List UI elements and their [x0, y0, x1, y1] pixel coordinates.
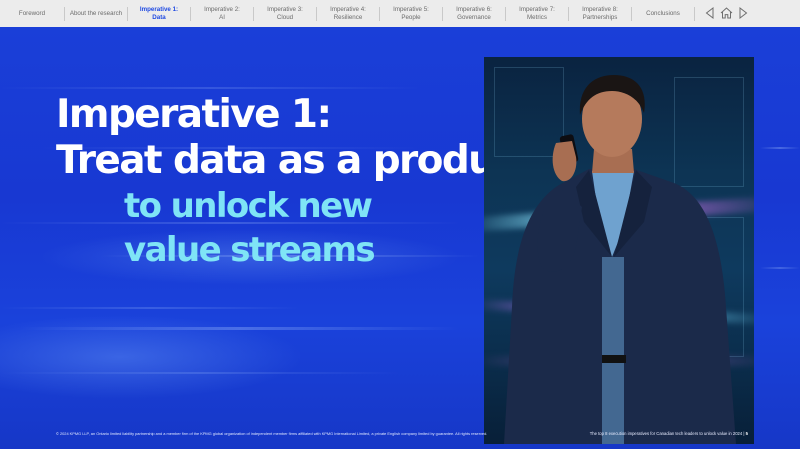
- footer-separator: |: [743, 431, 745, 436]
- nav-item-label: Imperative 3:: [267, 6, 303, 13]
- triangle-right-icon[interactable]: [739, 7, 748, 19]
- nav-item-label: About the research: [69, 9, 123, 17]
- nav-item-imperative-5[interactable]: Imperative 5: People: [380, 0, 442, 27]
- nav-item-label: Imperative 4:: [330, 6, 366, 13]
- nav-item-imperative-2[interactable]: Imperative 2: AI: [191, 0, 253, 27]
- triangle-left-icon[interactable]: [705, 7, 714, 19]
- nav-item-sublabel: Metrics: [527, 13, 547, 21]
- light-streak: [0, 372, 400, 374]
- nav-item-imperative-1[interactable]: Imperative 1: Data: [128, 0, 190, 27]
- nav-item-imperative-6[interactable]: Imperative 6: Governance: [443, 0, 505, 27]
- nav-item-imperative-7[interactable]: Imperative 7: Metrics: [506, 0, 568, 27]
- nav-item-imperative-3[interactable]: Imperative 3: Cloud: [254, 0, 316, 27]
- hero-photo: [484, 57, 754, 444]
- nav-item-sublabel: Data: [152, 13, 166, 21]
- light-streak: [0, 307, 300, 309]
- light-streak: [0, 87, 420, 89]
- light-streak: [760, 147, 800, 149]
- nav-item-foreword[interactable]: Foreword: [0, 0, 64, 27]
- nav-item-imperative-4[interactable]: Imperative 4: Resilience: [317, 0, 379, 27]
- nav-item-label: Imperative 8:: [582, 6, 618, 13]
- nav-item-sublabel: People: [401, 13, 421, 21]
- nav-item-label: Imperative 6:: [456, 6, 492, 13]
- headline-line-3: to unlock new: [124, 186, 373, 226]
- nav-item-label: Foreword: [18, 9, 46, 17]
- nav-item-label: Imperative 7:: [519, 6, 555, 13]
- nav-divider: [694, 6, 695, 21]
- top-navigation: Foreword About the research Imperative 1…: [0, 0, 800, 27]
- nav-item-sublabel: Resilience: [333, 13, 363, 21]
- nav-item-sublabel: AI: [219, 13, 225, 21]
- footer-copyright: © 2024 KPMG LLP, an Ontario limited liab…: [56, 431, 488, 436]
- nav-item-label: Imperative 1:: [139, 6, 179, 13]
- nav-controls: [705, 7, 748, 19]
- footer-document-info: The top 8 execution imperatives for Cana…: [590, 431, 748, 436]
- light-streak: [760, 267, 800, 269]
- nav-item-label: Imperative 5:: [393, 6, 429, 13]
- nav-item-sublabel: Cloud: [276, 13, 294, 21]
- nav-item-conclusions[interactable]: Conclusions: [632, 0, 694, 27]
- nav-item-sublabel: Partnerships: [582, 13, 618, 21]
- light-streak: [20, 327, 460, 330]
- nav-item-about-research[interactable]: About the research: [65, 0, 127, 27]
- page-title: Imperative 1: Treat data as a product to…: [56, 92, 535, 272]
- nav-item-label: Conclusions: [646, 9, 680, 17]
- headline-line-2: Treat data as a product: [56, 138, 535, 183]
- headline-line-4: value streams: [124, 230, 376, 270]
- footer-document-title: The top 8 execution imperatives for Cana…: [589, 431, 743, 436]
- headline-line-1: Imperative 1:: [56, 92, 332, 137]
- nav-item-sublabel: Governance: [457, 13, 491, 21]
- nav-item-label: Imperative 2:: [204, 6, 240, 13]
- page-number: 5: [745, 431, 748, 436]
- nav-item-imperative-8[interactable]: Imperative 8: Partnerships: [569, 0, 631, 27]
- businessman-figure: [504, 75, 736, 444]
- home-icon[interactable]: [720, 7, 733, 19]
